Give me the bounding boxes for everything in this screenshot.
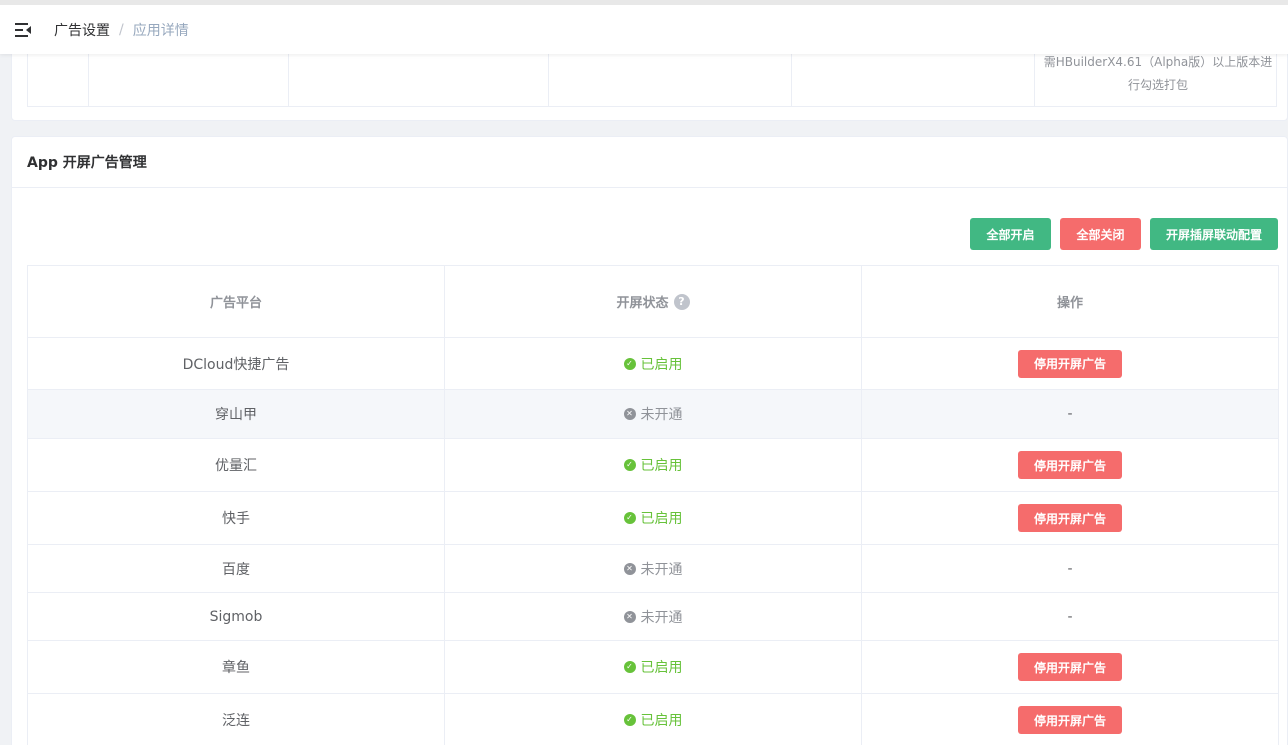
table-row: 优量汇 ✓ 已启用 停用开屏广告 (27, 438, 1279, 492)
card-title: App 开屏广告管理 (27, 155, 147, 171)
action-cell: 停用开屏广告 (861, 438, 1279, 492)
status-badge: ✕ 未开通 (623, 607, 683, 627)
ad-platform-table: 广告平台 开屏状态? 操作 DCloud快捷广告 ✓ 已启用 停用开屏广告 穿山甲 ✕ 未开… (27, 265, 1279, 745)
status-text: 未开通 (640, 561, 683, 578)
status-cell: ✓ 已启用 (444, 693, 862, 745)
status-badge: ✓ 已启用 (623, 455, 683, 475)
action-cell: - (861, 544, 1279, 593)
close-circle-icon: ✕ (623, 408, 636, 420)
linkage-config-button[interactable]: 开屏插屏联动配置 (1150, 218, 1278, 250)
status-badge: ✓ 已启用 (623, 657, 683, 677)
header-platform: 广告平台 (27, 265, 445, 338)
table-row: 章鱼 ✓ 已启用 停用开屏广告 (27, 640, 1279, 694)
status-text: 已启用 (640, 356, 683, 373)
disable-splash-ad-button[interactable]: 停用开屏广告 (1018, 504, 1122, 532)
platform-name: 优量汇 (215, 458, 257, 474)
status-text: 已启用 (640, 713, 683, 729)
no-action-placeholder: - (1067, 608, 1073, 625)
header-platform-label: 广告平台 (209, 296, 262, 311)
platform-name: 泛连 (222, 713, 250, 729)
platform-cell: 快手 (27, 491, 445, 545)
status-text: 未开通 (640, 609, 683, 626)
disable-splash-ad-button[interactable]: 停用开屏广告 (1018, 706, 1122, 734)
status-text: 已启用 (640, 511, 683, 527)
disable-all-button[interactable]: 全部关闭 (1060, 218, 1141, 250)
platform-cell: 章鱼 (27, 640, 445, 694)
version-note-line2: 行勾选打包 (1127, 78, 1188, 92)
no-action-placeholder: - (1067, 406, 1073, 422)
breadcrumb: 广告设置 / 应用详情 (54, 20, 189, 40)
table-header-row: 广告平台 开屏状态? 操作 (27, 265, 1279, 338)
table-row: DCloud快捷广告 ✓ 已启用 停用开屏广告 (27, 337, 1279, 390)
no-action-placeholder: - (1067, 560, 1073, 577)
platform-name: 穿山甲 (215, 407, 257, 423)
check-circle-icon: ✓ (623, 459, 636, 471)
platform-cell: DCloud快捷广告 (27, 337, 445, 390)
disable-splash-ad-button[interactable]: 停用开屏广告 (1018, 451, 1122, 479)
disable-splash-ad-button[interactable]: 停用开屏广告 (1018, 653, 1122, 681)
help-icon[interactable]: ? (673, 294, 690, 310)
table-row: 快手 ✓ 已启用 停用开屏广告 (27, 491, 1279, 545)
table-row: Sigmob ✕ 未开通 - (27, 592, 1279, 641)
status-cell: ✕ 未开通 (444, 544, 862, 593)
status-cell: ✓ 已启用 (444, 640, 862, 694)
action-cell: 停用开屏广告 (861, 337, 1279, 390)
status-text: 已启用 (640, 458, 683, 474)
status-text: 未开通 (640, 407, 683, 423)
platform-cell: 百度 (27, 544, 445, 593)
header-action-label: 操作 (1056, 296, 1083, 311)
close-circle-icon: ✕ (623, 562, 636, 575)
platform-cell: 穿山甲 (27, 389, 445, 439)
action-cell: 停用开屏广告 (861, 640, 1279, 694)
platform-name: DCloud快捷广告 (182, 356, 290, 373)
platform-cell: Sigmob (27, 592, 445, 641)
status-text: 已启用 (640, 660, 683, 676)
breadcrumb-item-ad-settings[interactable]: 广告设置 (54, 20, 110, 40)
status-badge: ✓ 已启用 (623, 354, 683, 374)
status-badge: ✓ 已启用 (623, 508, 683, 528)
header-action: 操作 (861, 265, 1279, 338)
status-cell: ✓ 已启用 (444, 438, 862, 492)
enable-all-button[interactable]: 全部开启 (970, 218, 1051, 250)
table-row: 泛连 ✓ 已启用 停用开屏广告 (27, 693, 1279, 745)
breadcrumb-separator: / (119, 21, 124, 38)
platform-name: 百度 (222, 561, 250, 578)
version-note: 需HBuilderX4.61（Alpha版）以上版本进 行勾选打包 (1038, 51, 1278, 97)
status-badge: ✓ 已启用 (623, 710, 683, 730)
platform-name: 快手 (222, 511, 250, 527)
top-navbar: 广告设置 / 应用详情 (0, 0, 1288, 54)
action-cell: - (861, 389, 1279, 439)
status-cell: ✓ 已启用 (444, 491, 862, 545)
close-circle-icon: ✕ (623, 610, 636, 623)
menu-toggle-icon[interactable] (13, 22, 33, 38)
platform-cell: 优量汇 (27, 438, 445, 492)
header-status-label: 开屏状态 (616, 296, 669, 311)
check-circle-icon: ✓ (623, 357, 636, 370)
check-circle-icon: ✓ (623, 661, 636, 673)
header-status: 开屏状态? (444, 265, 862, 338)
breadcrumb-item-app-detail: 应用详情 (132, 22, 189, 39)
action-cell: - (861, 592, 1279, 641)
action-cell: 停用开屏广告 (861, 491, 1279, 545)
check-circle-icon: ✓ (623, 512, 636, 524)
splash-ad-card: App 开屏广告管理 全部开启 全部关闭 开屏插屏联动配置 广告平台 开屏状态?… (11, 136, 1288, 745)
disable-splash-ad-button[interactable]: 停用开屏广告 (1018, 349, 1122, 378)
version-note-line1: 需HBuilderX4.61（Alpha版）以上版本进 (1043, 55, 1273, 69)
status-cell: ✕ 未开通 (444, 592, 862, 641)
status-cell: ✕ 未开通 (444, 389, 862, 439)
platform-name: Sigmob (209, 608, 263, 625)
platform-name: 章鱼 (222, 660, 250, 676)
platform-cell: 泛连 (27, 693, 445, 745)
action-cell: 停用开屏广告 (861, 693, 1279, 745)
status-badge: ✕ 未开通 (623, 404, 683, 424)
card-header: App 开屏广告管理 (12, 137, 1287, 188)
status-cell: ✓ 已启用 (444, 337, 862, 390)
check-circle-icon: ✓ (623, 714, 636, 726)
status-badge: ✕ 未开通 (623, 559, 683, 579)
table-row: 百度 ✕ 未开通 - (27, 544, 1279, 593)
table-row: 穿山甲 ✕ 未开通 - (27, 389, 1279, 439)
